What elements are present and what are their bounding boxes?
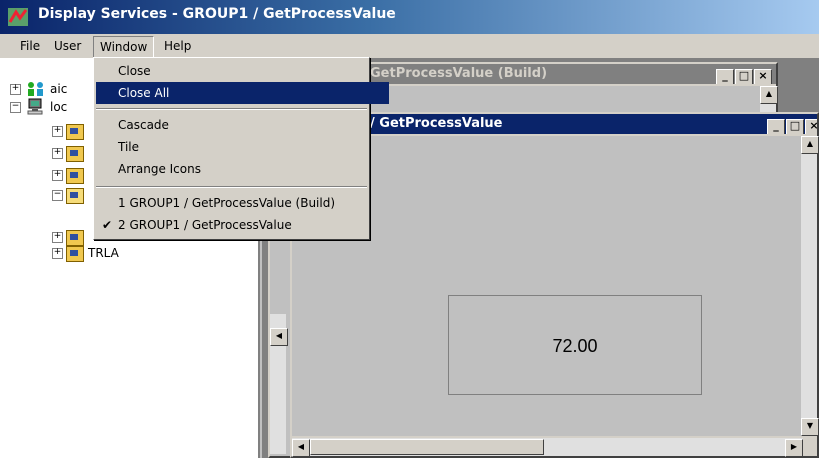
menu-help[interactable]: Help: [158, 36, 197, 56]
folder-icon: [66, 246, 84, 262]
menu-item-close[interactable]: Close: [96, 60, 389, 82]
window-menu-dropdown: Close Close All Cascade Tile Arrange Ico…: [93, 57, 389, 240]
close-icon[interactable]: ×: [754, 69, 772, 84]
menu-item-cascade[interactable]: Cascade: [96, 114, 389, 136]
expand-plus-icon[interactable]: +: [52, 126, 63, 137]
scroll-left-icon[interactable]: ◀: [292, 439, 310, 457]
expand-plus-icon[interactable]: +: [10, 84, 21, 95]
menu-separator: [96, 108, 367, 110]
collapse-minus-icon[interactable]: −: [52, 190, 63, 201]
menu-item-label: 2 GROUP1 / GetProcessValue: [118, 218, 292, 232]
expand-plus-icon[interactable]: +: [52, 248, 63, 259]
expand-plus-icon[interactable]: +: [52, 148, 63, 159]
menu-item-label: Close All: [118, 86, 170, 100]
menu-user[interactable]: User: [48, 36, 87, 56]
menu-item-window-2[interactable]: ✔ 2 GROUP1 / GetProcessValue: [96, 214, 389, 236]
menu-file[interactable]: File: [14, 36, 46, 56]
menu-item-window-1[interactable]: 1 GROUP1 / GetProcessValue (Build): [96, 192, 389, 214]
main-window-hscrollbar[interactable]: ◀ ▶: [292, 438, 803, 457]
menu-item-arrange-icons[interactable]: Arrange Icons: [96, 158, 389, 180]
folder-icon: [66, 230, 84, 246]
menu-item-label: Tile: [118, 140, 140, 154]
menu-item-close-all[interactable]: Close All: [96, 82, 389, 104]
menu-bar: File User Window Help: [0, 34, 819, 58]
scroll-down-icon[interactable]: ▼: [801, 418, 819, 436]
menu-window[interactable]: Window: [93, 36, 155, 58]
scroll-right-icon[interactable]: ▶: [785, 439, 803, 457]
minimize-icon[interactable]: _: [716, 69, 734, 84]
app-title-bar: Display Services - GROUP1 / GetProcessVa…: [0, 0, 819, 34]
computer-icon: [27, 98, 43, 115]
main-window-title: / GetProcessValue: [370, 116, 503, 131]
collapse-minus-icon[interactable]: −: [10, 102, 21, 113]
folder-icon: [66, 124, 84, 140]
app-title: Display Services - GROUP1 / GetProcessVa…: [38, 6, 396, 22]
maximize-icon[interactable]: □: [786, 119, 804, 134]
menu-item-label: Close: [118, 64, 151, 78]
tree-node-label: TRLA: [88, 246, 119, 260]
checkmark-icon: ✔: [102, 218, 113, 232]
menu-item-label: Cascade: [118, 118, 169, 132]
menu-item-tile[interactable]: Tile: [96, 136, 389, 158]
expand-plus-icon[interactable]: +: [52, 232, 63, 243]
close-icon[interactable]: ×: [805, 119, 817, 134]
menu-item-label: Arrange Icons: [118, 162, 201, 176]
scroll-left-icon[interactable]: ◀: [270, 328, 288, 346]
menu-item-label: 1 GROUP1 / GetProcessValue (Build): [118, 196, 336, 210]
build-window-title: GetProcessValue (Build): [370, 66, 548, 81]
folder-icon: [66, 146, 84, 162]
display-services-icon: [8, 8, 28, 26]
scroll-up-icon[interactable]: ▲: [801, 136, 819, 154]
tree-node-label: loc: [50, 100, 68, 114]
hscroll-thumb[interactable]: [310, 439, 544, 455]
folder-icon: [66, 168, 84, 184]
tree-node-label: aic: [50, 82, 68, 96]
menu-separator: [96, 186, 367, 188]
process-value-display: 72.00: [448, 295, 702, 395]
maximize-icon[interactable]: □: [735, 69, 753, 84]
expand-plus-icon[interactable]: +: [52, 170, 63, 181]
scroll-up-icon[interactable]: ▲: [760, 86, 778, 104]
folder-open-icon: [66, 188, 84, 204]
users-icon: [28, 82, 43, 96]
main-window-vscrollbar[interactable]: ▲ ▼: [801, 136, 819, 436]
build-window-hscroll[interactable]: ◀: [270, 314, 288, 454]
minimize-icon[interactable]: _: [767, 119, 785, 134]
